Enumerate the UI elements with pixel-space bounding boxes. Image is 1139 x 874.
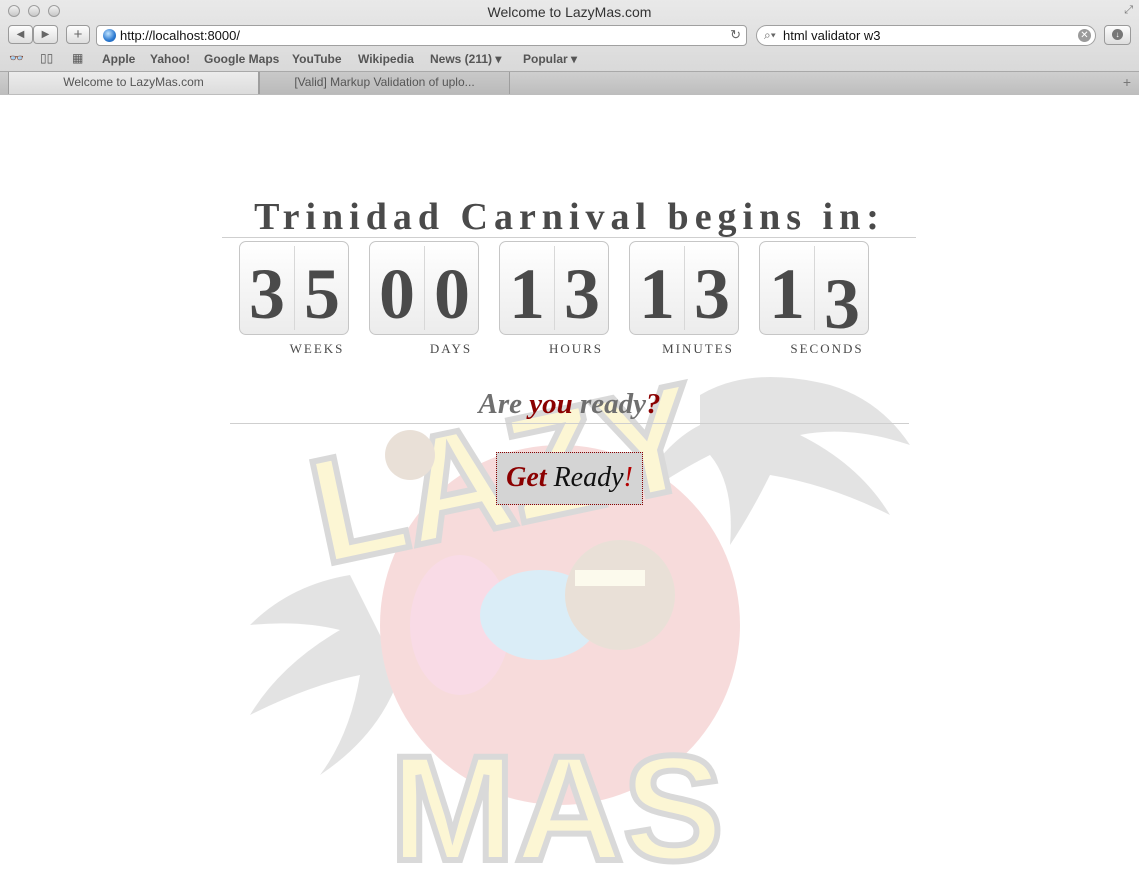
- seconds-digit-2: 3: [824, 264, 860, 344]
- days-flip-card: 0 0: [369, 241, 479, 335]
- browser-chrome: Welcome to LazyMas.com ⤢ ◀ ▶ + http://lo…: [0, 0, 1139, 95]
- add-bookmark-button[interactable]: +: [66, 25, 90, 44]
- window-title: Welcome to LazyMas.com: [487, 4, 652, 20]
- ready-question-mark: ?: [646, 388, 661, 420]
- tab-bar: Welcome to LazyMas.com [Valid] Markup Va…: [0, 71, 1139, 95]
- hours-label: HOURS: [548, 341, 604, 356]
- forward-button[interactable]: ▶: [33, 25, 58, 44]
- address-field[interactable]: http://localhost:8000/ ↻: [96, 25, 747, 46]
- days-digit-2: 0: [434, 254, 470, 334]
- bookmark-apple[interactable]: Apple: [102, 52, 135, 66]
- search-text: html validator w3: [783, 28, 881, 43]
- reload-icon[interactable]: ↻: [730, 27, 741, 43]
- ready-word-you: you: [529, 388, 573, 420]
- bookmark-yahoo[interactable]: Yahoo!: [150, 52, 190, 66]
- weeks-digit-2: 5: [304, 254, 340, 334]
- title-bar: Welcome to LazyMas.com ⤢: [0, 0, 1139, 22]
- reading-list-icon[interactable]: 👓: [9, 51, 24, 65]
- weeks-digit-1: 3: [249, 254, 285, 334]
- divider: [222, 237, 916, 238]
- top-sites-grid-icon[interactable]: ▦: [72, 51, 83, 65]
- seconds-label: SECONDS: [790, 341, 864, 356]
- button-word-get: Get: [506, 462, 547, 493]
- minutes-label: MINUTES: [662, 341, 734, 356]
- hours-digit-1: 1: [509, 254, 545, 334]
- new-tab-icon[interactable]: +: [1123, 74, 1131, 90]
- ready-word-are: Are: [478, 388, 530, 420]
- get-ready-button[interactable]: Get Ready!: [496, 452, 643, 505]
- hours-digit-2: 3: [564, 254, 600, 334]
- globe-icon: [103, 29, 116, 42]
- bookmark-google-maps[interactable]: Google Maps: [204, 52, 279, 66]
- bookmark-news-folder[interactable]: News (211) ▾: [430, 52, 501, 66]
- weeks-flip-card: 3 5: [239, 241, 349, 335]
- bookmark-youtube[interactable]: YouTube: [292, 52, 342, 66]
- hours-flip-card: 1 3: [499, 241, 609, 335]
- search-icon: ⌕▾: [764, 28, 776, 42]
- days-label: DAYS: [429, 341, 473, 356]
- bookmark-popular-folder[interactable]: Popular ▾: [523, 52, 577, 66]
- tab-markup-validation[interactable]: [Valid] Markup Validation of uplo...: [259, 72, 510, 94]
- bookmarks-bar: 👓 ▯▯ ▦ Apple Yahoo! Google Maps YouTube …: [0, 50, 1139, 69]
- page-content: LAZY MAS Trinidad Carnival begins in: 3 …: [0, 95, 1139, 874]
- clear-search-icon[interactable]: ✕: [1078, 29, 1091, 42]
- ready-prompt: Are you ready?: [0, 388, 1139, 421]
- toolbar: ◀ ▶ + http://localhost:8000/ ↻ ⌕▾ html v…: [0, 22, 1139, 48]
- button-exclamation: !: [623, 462, 633, 493]
- days-digit-1: 0: [379, 254, 415, 334]
- fullscreen-icon[interactable]: ⤢: [1124, 4, 1133, 17]
- minutes-digit-1: 1: [639, 254, 675, 334]
- button-word-ready: Ready: [546, 462, 624, 493]
- search-field[interactable]: ⌕▾ html validator w3 ✕: [756, 25, 1096, 46]
- downloads-button[interactable]: ↓: [1104, 25, 1131, 45]
- logo-text-mas: MAS: [390, 724, 723, 874]
- seconds-digit-1: 1: [769, 254, 805, 334]
- weeks-label: WEEKS: [289, 341, 345, 356]
- url-text: http://localhost:8000/: [120, 28, 240, 43]
- seconds-flip-card: 1 3: [759, 241, 869, 344]
- lazymas-mascot-logo: LAZY MAS: [250, 355, 910, 874]
- minutes-flip-card: 1 3: [629, 241, 739, 335]
- page-title: Trinidad Carnival begins in:: [254, 196, 885, 238]
- bookmarks-book-icon[interactable]: ▯▯: [40, 51, 53, 65]
- minutes-digit-2: 3: [694, 254, 730, 334]
- ready-word-ready: ready: [572, 388, 647, 420]
- back-button[interactable]: ◀: [8, 25, 33, 44]
- download-icon: ↓: [1112, 29, 1123, 40]
- bookmark-wikipedia[interactable]: Wikipedia: [358, 52, 414, 66]
- divider: [230, 423, 909, 424]
- tab-welcome-lazymas[interactable]: Welcome to LazyMas.com: [8, 72, 259, 94]
